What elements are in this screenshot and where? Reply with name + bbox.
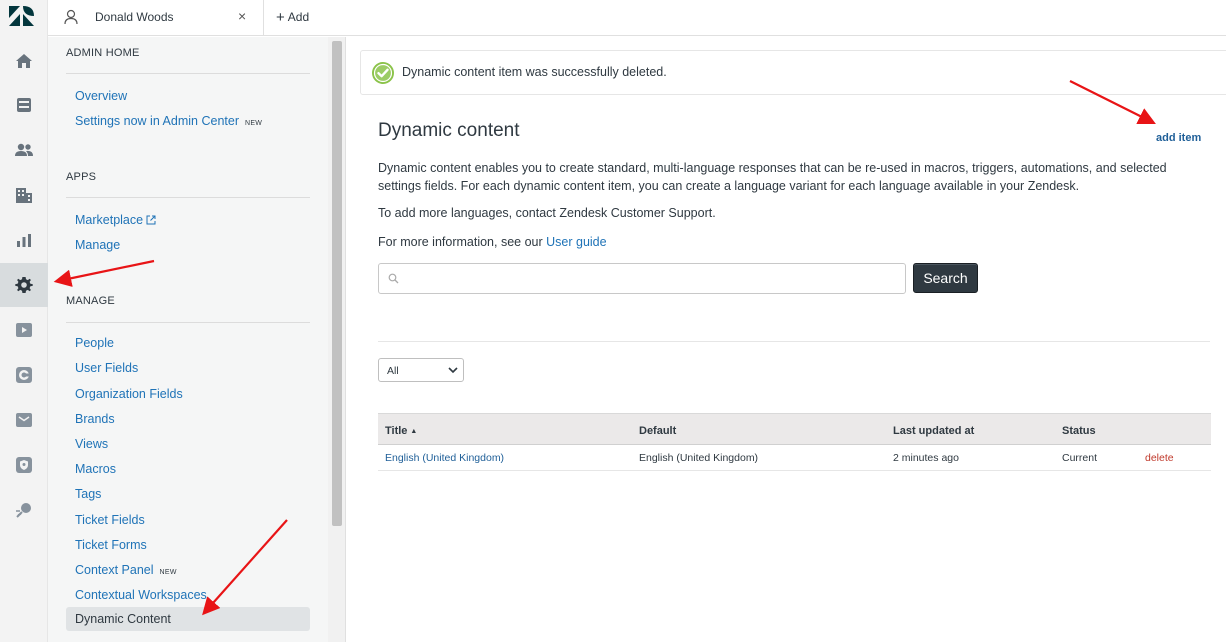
column-title-label: Title [385, 425, 408, 437]
divider [378, 341, 1210, 342]
column-title[interactable]: Title ▲ [385, 425, 417, 437]
section-admin-home: ADMIN HOME [66, 47, 140, 59]
more-info: For more information, see our User guide [378, 235, 607, 249]
admin-gear-icon[interactable] [0, 263, 48, 307]
dynamic-content-table: Title ▲ Default Last updated at Status En… [378, 413, 1211, 471]
user-icon [64, 9, 78, 25]
search-button[interactable]: Search [913, 263, 978, 293]
row-default: English (United Kingdom) [639, 452, 759, 464]
notice-text: Dynamic content item was successfully de… [402, 65, 667, 79]
table-row: English (United Kingdom) English (United… [378, 445, 1211, 471]
close-tab-icon[interactable]: × [238, 8, 246, 24]
sidebar-item-ticket-fields[interactable]: Ticket Fields [75, 513, 145, 527]
sidebar-item-people[interactable]: People [75, 336, 114, 350]
sidebar-item-label: Settings now in Admin Center [75, 114, 239, 128]
explore-icon[interactable] [0, 488, 48, 532]
divider [66, 322, 310, 323]
sidebar-item-contextual-workspaces[interactable]: Contextual Workspaces [75, 588, 207, 602]
sidebar-scrollbar[interactable] [328, 37, 346, 642]
organizations-icon[interactable] [0, 173, 48, 217]
sidebar-item-views[interactable]: Views [75, 437, 108, 451]
sidebar-item-marketplace[interactable]: Marketplace [75, 213, 156, 227]
search-input[interactable] [405, 269, 895, 289]
column-default: Default [639, 425, 677, 437]
filter-select[interactable]: All [378, 358, 464, 382]
external-link-icon [146, 215, 156, 225]
sidebar-item-manage[interactable]: Manage [75, 238, 120, 252]
section-apps: APPS [66, 171, 97, 183]
chevron-down-icon [448, 367, 458, 374]
user-guide-link[interactable]: User guide [546, 235, 606, 249]
sidebar-item-label: Context Panel [75, 563, 154, 577]
success-notice: Dynamic content item was successfully de… [360, 50, 1226, 95]
sidebar-item-user-fields[interactable]: User Fields [75, 361, 138, 375]
table-header: Title ▲ Default Last updated at Status [378, 413, 1211, 445]
sidebar-item-organization-fields[interactable]: Organization Fields [75, 387, 183, 401]
section-manage: MANAGE [66, 295, 115, 307]
customers-icon[interactable] [0, 128, 48, 172]
row-title-link[interactable]: English (United Kingdom) [385, 452, 504, 464]
sidebar-item-tags[interactable]: Tags [75, 487, 101, 501]
zendesk-logo[interactable] [9, 6, 35, 26]
row-status: Current [1062, 452, 1098, 464]
add-item-link[interactable]: add item [1156, 132, 1201, 144]
sidebar-item-macros[interactable]: Macros [75, 462, 116, 476]
more-info-text: For more information, see our [378, 235, 543, 249]
sidebar-item-settings-admin-center[interactable]: Settings now in Admin Center NEW [75, 114, 262, 128]
check-circle-icon [372, 62, 394, 84]
delete-link[interactable]: delete [1145, 452, 1174, 464]
sidebar-item-context-panel[interactable]: Context Panel NEW [75, 563, 177, 577]
column-last-updated: Last updated at [893, 425, 975, 437]
user-tab[interactable]: Donald Woods × [48, 0, 264, 36]
product-rail [0, 0, 48, 642]
reporting-icon[interactable] [0, 218, 48, 262]
add-tab-button[interactable]: + Add [276, 8, 310, 26]
search-box[interactable] [378, 263, 906, 294]
sidebar-item-overview[interactable]: Overview [75, 89, 127, 103]
sort-ascending-icon: ▲ [410, 428, 418, 435]
sidebar-item-dynamic-content-label: Dynamic Content [75, 612, 171, 626]
languages-note: To add more languages, contact Zendesk C… [378, 206, 716, 220]
description: Dynamic content enables you to create st… [378, 161, 1167, 193]
guide-icon[interactable] [0, 353, 48, 397]
top-bar: Donald Woods × + Add [48, 0, 1226, 36]
divider [66, 73, 310, 74]
user-tab-label: Donald Woods [95, 10, 174, 24]
scrollbar-thumb[interactable] [332, 41, 342, 526]
security-icon[interactable] [0, 443, 48, 487]
views-icon[interactable] [0, 83, 48, 127]
add-tab-label: Add [287, 10, 310, 24]
home-icon[interactable] [0, 39, 48, 83]
filter-value: All [387, 365, 399, 377]
sidebar-item-label: Marketplace [75, 213, 144, 227]
search-icon [388, 273, 399, 284]
sidebar-item-ticket-forms[interactable]: Ticket Forms [75, 538, 147, 552]
row-updated: 2 minutes ago [893, 452, 959, 464]
column-status: Status [1062, 425, 1096, 437]
plus-icon: + [276, 9, 285, 26]
mail-icon[interactable] [0, 398, 48, 442]
page-title: Dynamic content [378, 120, 520, 141]
new-badge: NEW [244, 120, 263, 127]
divider [66, 197, 310, 198]
video-icon[interactable] [0, 308, 48, 352]
new-badge: NEW [159, 569, 177, 576]
main-content: Dynamic content item was successfully de… [347, 37, 1226, 642]
admin-sidebar: ADMIN HOME Overview Settings now in Admi… [48, 37, 328, 642]
sidebar-item-brands[interactable]: Brands [75, 412, 115, 426]
